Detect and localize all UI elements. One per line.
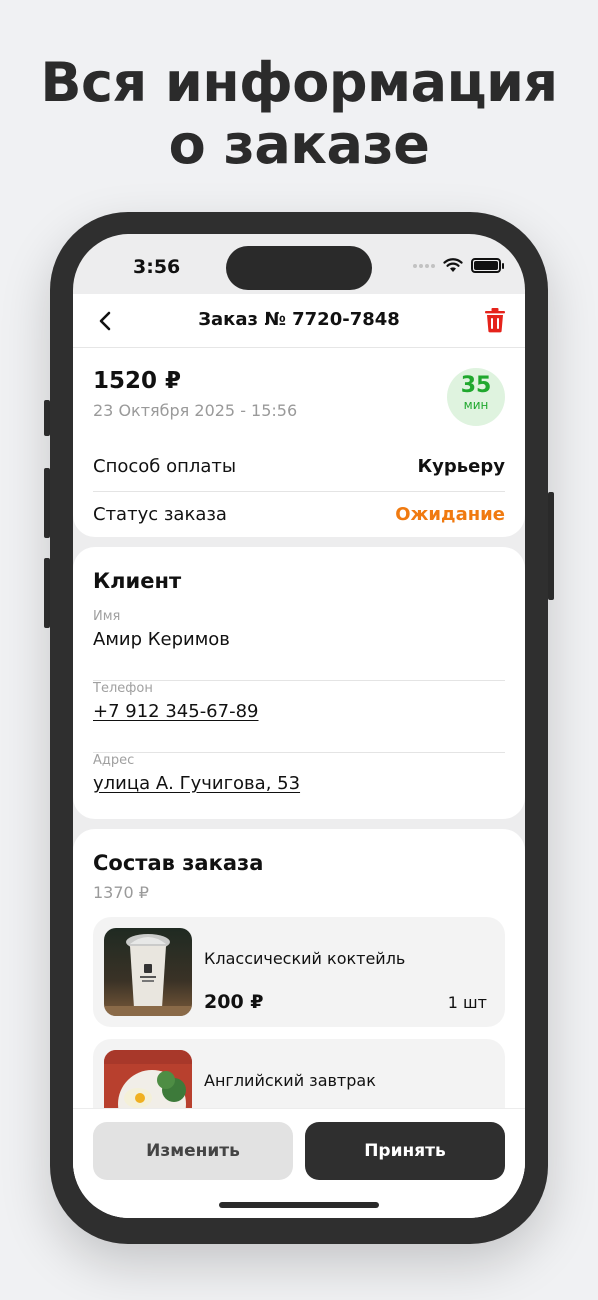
client-address-field: Адрес улица А. Гучигова, 53 [93, 753, 505, 825]
phone-frame: 3:56 Заказ № 7720-7848 1520 ₽ 23 Октября… [50, 212, 548, 1244]
promo-headline-line2: о заказе [168, 113, 430, 176]
order-summary-card: 1520 ₽ 23 Октября 2025 - 15:56 35 мин Сп… [73, 348, 525, 537]
prep-time-badge: 35 мин [447, 368, 505, 426]
client-phone-field: Телефон +7 912 345-67-89 [93, 681, 505, 753]
client-name: Амир Керимов [93, 629, 230, 650]
item-price: 200 ₽ [204, 991, 264, 1013]
client-phone-link[interactable]: +7 912 345-67-89 [93, 701, 259, 722]
promo-headline-line1: Вся информация [40, 51, 558, 114]
client-card: Клиент Имя Амир Керимов Телефон +7 912 3… [73, 547, 525, 819]
order-status-value: Ожидание [395, 504, 505, 525]
phone-screen: 3:56 Заказ № 7720-7848 1520 ₽ 23 Октября… [73, 234, 525, 1218]
order-date: 23 Октября 2025 - 15:56 [93, 401, 298, 420]
payment-method-value: Курьеру [417, 456, 505, 477]
promo-headline: Вся информация о заказе [0, 52, 598, 176]
accept-button[interactable]: Принять [305, 1122, 505, 1180]
signal-icon [413, 263, 435, 268]
status-icons [413, 258, 504, 273]
payment-method-label: Способ оплаты [93, 456, 237, 477]
client-name-field: Имя Амир Керимов [93, 609, 505, 681]
edit-button[interactable]: Изменить [93, 1122, 293, 1180]
page-title: Заказ № 7720-7848 [198, 309, 400, 330]
item-quantity: 1 шт [447, 993, 487, 1012]
order-item[interactable]: Классический коктейль 200 ₽ 1 шт [93, 917, 505, 1027]
phone-power-button [548, 492, 554, 600]
status-time: 3:56 [133, 256, 181, 278]
client-section-title: Клиент [93, 569, 182, 593]
dynamic-island [226, 246, 372, 290]
order-status-row: Статус заказа Ожидание [93, 492, 505, 540]
client-address-link[interactable]: улица А. Гучигова, 53 [93, 773, 300, 794]
item-name: Английский завтрак [204, 1071, 376, 1090]
prep-time-unit: мин [463, 398, 489, 412]
client-phone-label: Телефон [93, 681, 153, 696]
trash-icon[interactable] [483, 307, 507, 333]
client-address-label: Адрес [93, 753, 135, 768]
order-status-label: Статус заказа [93, 504, 227, 525]
order-subtotal: 1370 ₽ [93, 883, 149, 902]
nav-bar: Заказ № 7720-7848 [73, 294, 525, 348]
item-name: Классический коктейль [204, 949, 406, 968]
item-image-cocktail [104, 928, 192, 1016]
battery-icon [471, 258, 504, 273]
order-total: 1520 ₽ [93, 368, 182, 394]
prep-time-value: 35 [460, 373, 492, 398]
order-contents-title: Состав заказа [93, 851, 264, 875]
home-indicator [219, 1202, 379, 1208]
wifi-icon [443, 258, 463, 272]
payment-method-row: Способ оплаты Курьеру [93, 444, 505, 492]
client-name-label: Имя [93, 609, 121, 624]
